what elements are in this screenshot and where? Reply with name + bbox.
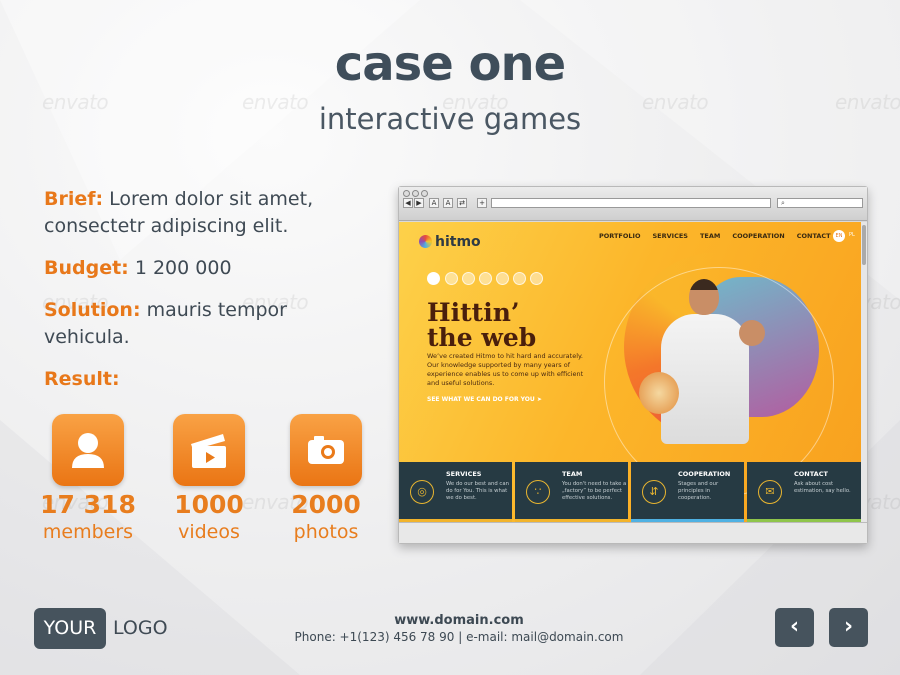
hero-text: We’ve created Hitmo to hit hard and accu… (427, 352, 584, 387)
browser-scrollbar[interactable] (861, 222, 867, 522)
browser-statusbar (399, 522, 867, 543)
new-tab-button[interactable]: + (477, 198, 487, 208)
budget-value: 1 200 000 (134, 257, 232, 279)
previous-button[interactable]: ‹ (775, 608, 814, 647)
feature-title: COOPERATION (678, 470, 731, 478)
window-dot (412, 190, 419, 197)
feature-text: Ask about cost estimation, say hello. (794, 481, 851, 494)
social-icon[interactable] (445, 272, 458, 285)
page-subtitle: interactive games (318, 102, 582, 136)
social-icon[interactable] (479, 272, 492, 285)
feature-title: TEAM (562, 470, 583, 478)
site-logo[interactable]: hitmo (419, 234, 481, 250)
camera-icon (290, 414, 362, 486)
page-title: case one (334, 36, 566, 92)
footer-contact: Phone: +1(123) 456 78 90 | e-mail: mail@… (294, 630, 624, 644)
solution-section: Solution: mauris tempor vehicula. (44, 297, 324, 351)
forward-button[interactable]: ▶ (414, 198, 424, 208)
social-icon[interactable] (530, 272, 543, 285)
feature-text: We do our best and can do for You. This … (446, 481, 509, 501)
site-nav-services[interactable]: SERVICES (653, 232, 688, 240)
feature-card-services[interactable]: ◎ SERVICES We do our best and can do for… (399, 462, 512, 522)
site-nav-portfolio[interactable]: PORTFOLIO (599, 232, 641, 240)
back-button[interactable]: ◀ (403, 198, 413, 208)
social-icon[interactable] (496, 272, 509, 285)
site-nav: PORTFOLIO SERVICES TEAM COOPERATION CONT… (599, 232, 831, 240)
result-section: Result: (44, 366, 364, 393)
feature-card-team[interactable]: ∵ TEAM You don't need to take a „factory… (515, 462, 628, 522)
social-icon[interactable] (462, 272, 475, 285)
lang-pl-button[interactable]: PL (849, 232, 855, 238)
feature-text: You don't need to take a „factory” to be… (562, 481, 627, 501)
chevron-right-icon: › (843, 614, 854, 639)
hero-person-head (689, 279, 719, 315)
stat-label: members (42, 521, 134, 543)
hero-punch-blur (639, 372, 679, 414)
next-button[interactable]: › (829, 608, 868, 647)
stat-number: 17 318 (40, 490, 136, 519)
window-dot (403, 190, 410, 197)
website-preview: hitmo PORTFOLIO SERVICES TEAM COOPERATIO… (399, 222, 861, 522)
envelope-icon: ✉ (758, 480, 782, 504)
stat-label: videos (178, 521, 240, 543)
feature-title: SERVICES (446, 470, 482, 478)
feature-text: Stages and our principles in cooperation… (678, 481, 719, 501)
browser-mockup: ◀ ▶ A A ⇄ + ⌕ hitmo PORTFOLIO SERVICES T… (398, 186, 868, 544)
share-button[interactable]: ⇄ (457, 198, 467, 208)
budget-label: Budget: (44, 257, 129, 279)
result-label: Result: (44, 368, 120, 390)
site-nav-team[interactable]: TEAM (700, 232, 720, 240)
target-icon: ◎ (410, 480, 434, 504)
font-smaller-button[interactable]: A (429, 198, 439, 208)
font-larger-button[interactable]: A (443, 198, 453, 208)
hero-person-fist (739, 320, 765, 346)
site-logo-text: hitmo (435, 234, 481, 250)
stat-label: photos (293, 521, 359, 543)
hero-title-line: the web (427, 323, 537, 352)
home-icon[interactable] (427, 272, 440, 285)
stat-number: 2000 (291, 490, 361, 519)
clapperboard-icon (173, 414, 245, 486)
brief-section: Brief: Lorem dolor sit amet, consectetr … (44, 186, 364, 240)
browser-toolbar: ◀ ▶ A A ⇄ + ⌕ (399, 187, 867, 221)
cooperation-icon: ⇵ (642, 480, 666, 504)
solution-label: Solution: (44, 299, 141, 321)
feature-card-cooperation[interactable]: ⇵ COOPERATION Stages and our principles … (631, 462, 744, 522)
search-icon: ⌕ (781, 199, 785, 207)
hitmo-logo-icon (419, 235, 432, 248)
social-icon[interactable] (513, 272, 526, 285)
hero-cta-label: SEE WHAT WE CAN DO FOR YOU (427, 396, 535, 403)
hero-title: Hittin’ the web (427, 300, 627, 350)
browser-search-input[interactable]: ⌕ (777, 198, 863, 208)
hero-title-line: Hittin’ (427, 298, 520, 327)
lang-en-button[interactable]: EN (833, 230, 845, 242)
address-bar[interactable] (491, 198, 771, 208)
team-icon: ∵ (526, 480, 550, 504)
hero-cta-link[interactable]: SEE WHAT WE CAN DO FOR YOU ➤ (427, 396, 542, 403)
feature-title: CONTACT (794, 470, 828, 478)
chevron-left-icon: ‹ (789, 614, 800, 639)
feature-card-contact[interactable]: ✉ CONTACT Ask about cost estimation, say… (747, 462, 861, 522)
stat-number: 1000 (174, 490, 244, 519)
brief-label: Brief: (44, 188, 104, 210)
budget-section: Budget: 1 200 000 (44, 255, 364, 282)
window-dot (421, 190, 428, 197)
site-nav-contact[interactable]: CONTACT (797, 232, 831, 240)
user-icon (52, 414, 124, 486)
browser-scrollbar-thumb[interactable] (862, 225, 866, 265)
footer-domain: www.domain.com (394, 613, 524, 628)
site-nav-cooperation[interactable]: COOPERATION (732, 232, 784, 240)
